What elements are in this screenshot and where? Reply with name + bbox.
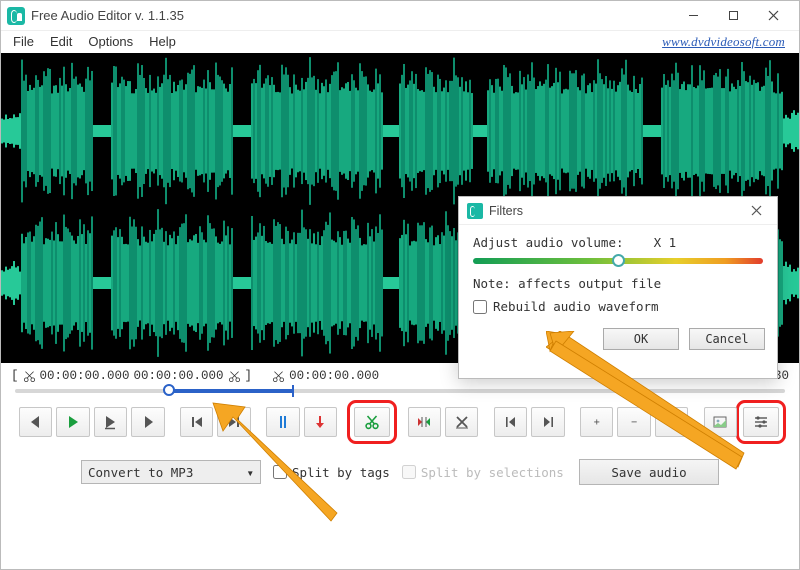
convert-format-select[interactable]: Convert to MP3 ▾	[81, 460, 261, 484]
split-by-selections-checkbox: Split by selections	[402, 465, 564, 480]
trim-button[interactable]	[408, 407, 441, 437]
mark-start-button[interactable]	[266, 407, 299, 437]
rebuild-input[interactable]	[473, 300, 487, 314]
menu-bar: File Edit Options Help www.dvdvideosoft.…	[1, 31, 799, 53]
sel-start-time: 00:00:00.000	[40, 369, 130, 383]
volume-slider-handle[interactable]	[612, 254, 625, 267]
note-label: Note: affects output file	[473, 276, 763, 291]
jump-sel-start-button[interactable]	[494, 407, 527, 437]
next-button[interactable]	[131, 407, 164, 437]
window-title: Free Audio Editor v. 1.1.35	[31, 8, 184, 23]
dialog-title-bar[interactable]: Filters	[459, 197, 777, 225]
adjust-volume-label: Adjust audio volume:	[473, 235, 624, 250]
filters-dialog: Filters Adjust audio volume: X 1 Note: a…	[458, 196, 778, 379]
mark-end-button[interactable]	[304, 407, 337, 437]
cut-button[interactable]	[354, 407, 390, 437]
picture-button[interactable]	[704, 407, 737, 437]
cursor-time: 00:00:00.000	[289, 369, 379, 383]
split-sel-input	[402, 465, 416, 479]
prev-button[interactable]	[19, 407, 52, 437]
menu-help[interactable]: Help	[141, 32, 184, 51]
skip-back-button[interactable]	[180, 407, 213, 437]
scissors-icon	[272, 370, 285, 383]
zoom-reset-button[interactable]: 1X	[655, 407, 688, 437]
close-button[interactable]	[753, 2, 793, 30]
jump-sel-end-button[interactable]	[531, 407, 564, 437]
cancel-button[interactable]: Cancel	[689, 328, 765, 350]
maximize-button[interactable]	[713, 2, 753, 30]
volume-slider[interactable]	[473, 258, 763, 264]
zoom-in-button[interactable]: +	[580, 407, 613, 437]
dialog-title: Filters	[489, 204, 523, 218]
selection-time-group: [ 00:00:00.000 00:00:00.000 ]	[11, 369, 252, 383]
website-link[interactable]: www.dvdvideosoft.com	[662, 34, 785, 50]
app-icon	[467, 203, 483, 219]
save-audio-button[interactable]: Save audio	[579, 459, 719, 485]
ok-button[interactable]: OK	[603, 328, 679, 350]
split-by-tags-checkbox[interactable]: Split by tags	[273, 465, 390, 480]
title-bar: Free Audio Editor v. 1.1.35	[1, 1, 799, 31]
menu-file[interactable]: File	[5, 32, 42, 51]
play-selection-button[interactable]	[94, 407, 127, 437]
menu-edit[interactable]: Edit	[42, 32, 80, 51]
split-sel-label: Split by selections	[421, 465, 564, 480]
cursor-time-group: 00:00:00.000	[272, 369, 379, 383]
adjust-volume-value: X 1	[654, 235, 677, 250]
app-icon	[7, 7, 25, 25]
play-button[interactable]	[56, 407, 89, 437]
open-bracket: [	[11, 369, 19, 383]
split-tags-input[interactable]	[273, 465, 287, 479]
zoom-out-button[interactable]: −	[617, 407, 650, 437]
bottom-bar: Convert to MP3 ▾ Split by tags Split by …	[1, 445, 799, 499]
filters-button[interactable]	[743, 407, 779, 437]
seek-slider[interactable]	[1, 385, 799, 395]
app-window: Free Audio Editor v. 1.1.35 File Edit Op…	[0, 0, 800, 570]
toolbar: + − 1X	[1, 395, 799, 445]
rebuild-waveform-checkbox[interactable]: Rebuild audio waveform	[473, 299, 763, 314]
split-tags-label: Split by tags	[292, 465, 390, 480]
sel-end-time: 00:00:00.000	[134, 369, 224, 383]
dialog-close-button[interactable]	[743, 200, 769, 222]
chevron-down-icon: ▾	[246, 465, 254, 480]
skip-forward-button[interactable]	[217, 407, 250, 437]
minimize-button[interactable]	[673, 2, 713, 30]
scissors-icon	[228, 370, 241, 383]
scissors-icon	[23, 370, 36, 383]
convert-label: Convert to MP3	[88, 465, 193, 480]
close-bracket: ]	[245, 369, 253, 383]
menu-options[interactable]: Options	[80, 32, 141, 51]
rebuild-label: Rebuild audio waveform	[493, 299, 659, 314]
delete-button[interactable]	[445, 407, 478, 437]
